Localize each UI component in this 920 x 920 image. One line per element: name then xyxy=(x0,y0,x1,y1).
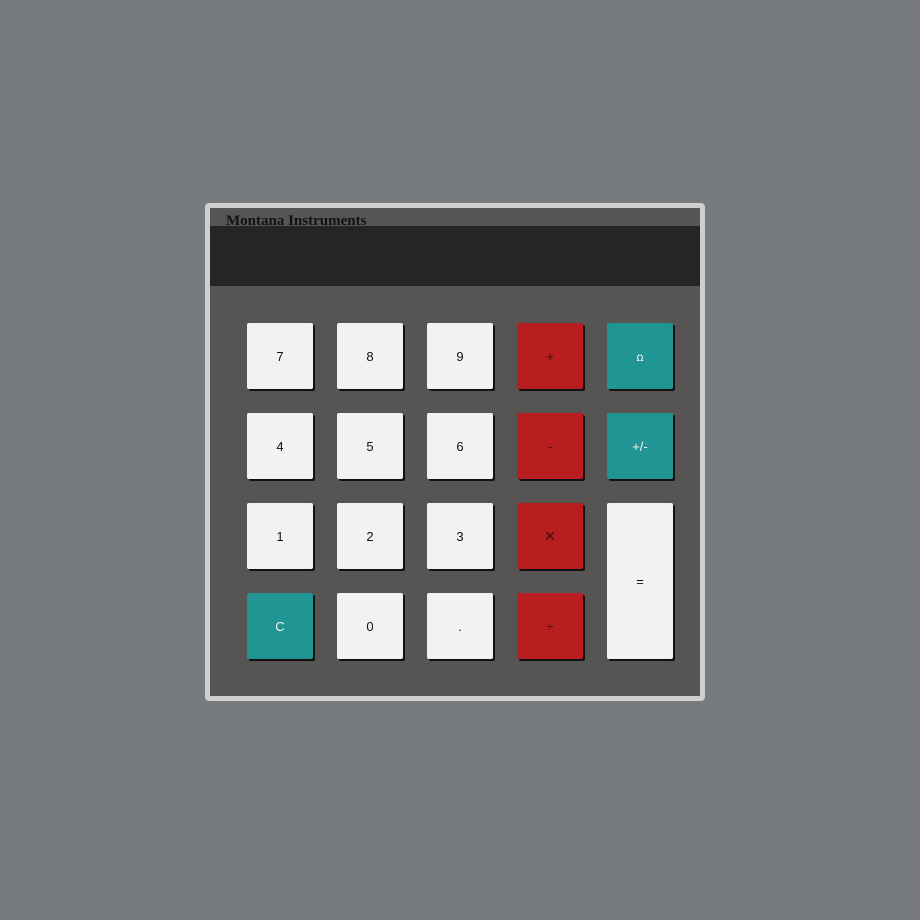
key-9[interactable]: 9 xyxy=(427,323,493,389)
calculator: Montana Instruments 7 8 9 + ꭥ 4 5 6 - +/… xyxy=(205,203,705,701)
key-plus-minus[interactable]: +/- xyxy=(607,413,673,479)
key-5[interactable]: 5 xyxy=(337,413,403,479)
key-special-icon[interactable]: ꭥ xyxy=(607,323,673,389)
key-multiply[interactable]: × xyxy=(517,503,583,569)
key-3[interactable]: 3 xyxy=(427,503,493,569)
key-decimal[interactable]: . xyxy=(427,593,493,659)
key-minus[interactable]: - xyxy=(517,413,583,479)
key-4[interactable]: 4 xyxy=(247,413,313,479)
calculator-display xyxy=(210,226,700,286)
key-7[interactable]: 7 xyxy=(247,323,313,389)
key-6[interactable]: 6 xyxy=(427,413,493,479)
key-8[interactable]: 8 xyxy=(337,323,403,389)
key-divide[interactable]: ÷ xyxy=(517,593,583,659)
key-2[interactable]: 2 xyxy=(337,503,403,569)
key-clear[interactable]: C xyxy=(247,593,313,659)
key-plus[interactable]: + xyxy=(517,323,583,389)
key-1[interactable]: 1 xyxy=(247,503,313,569)
key-equals[interactable]: = xyxy=(607,503,673,659)
key-0[interactable]: 0 xyxy=(337,593,403,659)
